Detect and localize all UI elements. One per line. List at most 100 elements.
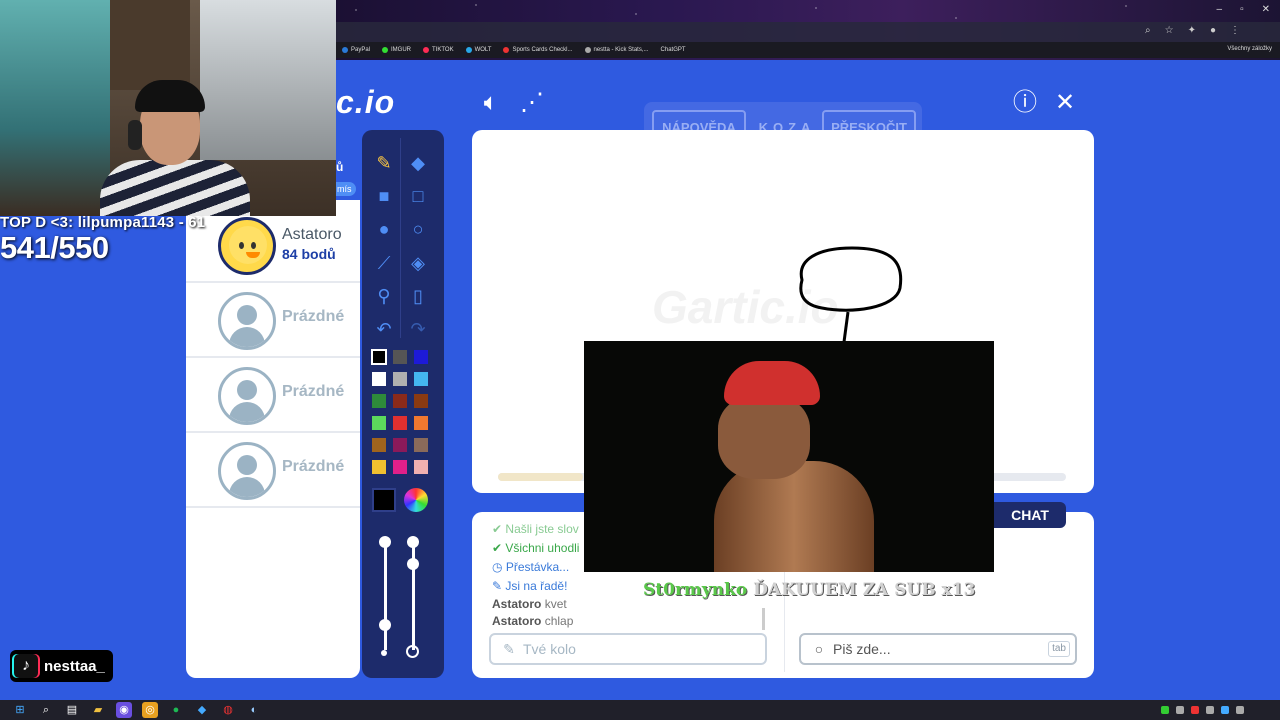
circle-icon[interactable]: ○ xyxy=(402,214,434,244)
discord-icon[interactable]: ◉ xyxy=(116,702,132,718)
bookmark-paypal[interactable]: PayPal xyxy=(342,47,370,53)
clock-icon: ◷ xyxy=(492,560,503,574)
color-swatch[interactable] xyxy=(392,415,408,431)
player-name: Astatoro xyxy=(282,226,342,243)
streamer xyxy=(95,80,250,216)
color-swatch[interactable] xyxy=(413,437,429,453)
all-bookmarks[interactable]: Všechny záložky xyxy=(1227,46,1272,52)
pencil-icon: ✎ xyxy=(503,641,515,657)
tray-icon[interactable] xyxy=(1161,706,1169,714)
pencil-icon[interactable]: ✎ xyxy=(368,148,400,178)
bookmark-kick-stats[interactable]: nestta - Kick Stats,... xyxy=(584,47,649,53)
eyedropper-icon[interactable]: ⚲ xyxy=(368,281,400,311)
player-row[interactable]: Astatoro 84 bodů xyxy=(186,208,360,283)
star-icon[interactable]: ☆ xyxy=(1165,25,1174,36)
close-game-icon[interactable]: ✕ xyxy=(1050,88,1080,118)
redo-icon[interactable]: ↷ xyxy=(402,314,434,344)
bookmarks-bar: PayPal IMGUR TIKTOK WOLT Sports Cards Ch… xyxy=(336,42,1280,58)
color-swatch[interactable] xyxy=(371,437,387,453)
color-wheel-icon[interactable] xyxy=(404,488,428,512)
color-swatch[interactable] xyxy=(371,459,387,475)
opacity-slider-knob-2[interactable] xyxy=(407,558,419,570)
task-view-icon[interactable]: ▤ xyxy=(64,702,80,718)
color-swatch[interactable] xyxy=(371,415,387,431)
browser-chrome: – ▫ ✕ ⌕ ☆ ✦ ● ⋮ PayPal IMGUR TIKTOK WOLT… xyxy=(336,0,1280,60)
close-window-icon[interactable]: ✕ xyxy=(1262,4,1270,15)
color-swatch[interactable] xyxy=(392,393,408,409)
tray-icon[interactable] xyxy=(1191,706,1199,714)
eraser-icon[interactable]: ◆ xyxy=(402,148,434,178)
address-bar[interactable]: ⌕ ☆ ✦ ● ⋮ xyxy=(336,22,1280,42)
player-row-empty[interactable]: Prázdné xyxy=(186,433,360,508)
line-icon[interactable]: ⟋ xyxy=(368,248,400,278)
player-score: 84 bodů xyxy=(282,246,336,262)
system-message: ✎ Jsi na řadě! xyxy=(492,579,568,593)
rectangle-icon[interactable]: □ xyxy=(402,181,434,211)
color-swatch[interactable] xyxy=(371,393,387,409)
obs-icon[interactable]: ◍ xyxy=(220,702,236,718)
windows-start-icon[interactable]: ⊞ xyxy=(12,702,28,718)
bookmark-chatgpt[interactable]: ChatGPT xyxy=(661,47,686,53)
color-swatch[interactable] xyxy=(392,371,408,387)
bookmark-tiktok[interactable]: TIKTOK xyxy=(423,47,454,53)
player-name: Prázdné xyxy=(282,308,345,325)
maximize-icon[interactable]: ▫ xyxy=(1240,4,1244,15)
chat-tab[interactable]: CHAT xyxy=(994,502,1066,528)
answer-message: Astatoro kvet xyxy=(492,597,567,611)
steam-icon[interactable]: ◐ xyxy=(246,702,262,718)
size-slider-knob[interactable] xyxy=(379,536,391,548)
spotify-icon[interactable]: ● xyxy=(168,702,184,718)
bookmark-sports-cards[interactable]: Sports Cards Checkl... xyxy=(503,47,573,53)
search-icon[interactable]: ⌕ xyxy=(38,702,54,718)
size-slider-knob-low[interactable] xyxy=(379,619,391,631)
share-icon[interactable]: ⋰ xyxy=(517,88,547,118)
info-icon[interactable]: ⓘ xyxy=(1010,88,1040,118)
drawn-circle xyxy=(799,246,903,312)
color-swatch[interactable] xyxy=(392,349,408,365)
taskbar-icons: ⊞ ⌕ ▤ ▰ ◉ ◎ ● ◆ ◍ ◐ xyxy=(12,702,262,718)
profile-icon[interactable]: ● xyxy=(1210,25,1216,36)
gartic-logo[interactable]: c.io xyxy=(336,84,395,121)
bookmark-imgur[interactable]: IMGUR xyxy=(382,47,411,53)
color-swatch[interactable] xyxy=(413,415,429,431)
player-row-empty[interactable]: Prázdné xyxy=(186,358,360,433)
answer-input[interactable]: ✎ Tvé kolo xyxy=(489,633,767,665)
sound-icon[interactable]: 🔈︎ xyxy=(476,88,506,118)
bookmark-wolt[interactable]: WOLT xyxy=(465,47,491,53)
filled-circle-icon[interactable]: ● xyxy=(368,214,400,244)
extensions-icon[interactable]: ✦ xyxy=(1188,25,1196,36)
color-swatch[interactable] xyxy=(413,349,429,365)
file-explorer-icon[interactable]: ▰ xyxy=(90,702,106,718)
duck-avatar-icon xyxy=(229,226,267,264)
search-icon[interactable]: ⌕ xyxy=(1145,25,1151,36)
address-bar-icons: ⌕ ☆ ✦ ● ⋮ xyxy=(1145,25,1240,36)
app-icon[interactable]: ◆ xyxy=(194,702,210,718)
size-slider-track[interactable] xyxy=(384,542,387,650)
color-swatch[interactable] xyxy=(371,349,387,365)
color-swatch[interactable] xyxy=(413,371,429,387)
page-icon[interactable]: ▯ xyxy=(402,281,434,311)
player-row-empty[interactable]: Prázdné xyxy=(186,283,360,358)
menu-icon[interactable]: ⋮ xyxy=(1230,25,1240,36)
fill-bucket-icon[interactable]: ◈ xyxy=(402,248,434,278)
filled-rectangle-icon[interactable]: ■ xyxy=(368,181,400,211)
sub-alert-text: St0rmynko ĎAKUUEM ZA SUB x13 xyxy=(643,580,976,600)
color-swatch[interactable] xyxy=(413,459,429,475)
imgur-icon xyxy=(382,47,389,53)
undo-icon[interactable]: ↶ xyxy=(368,314,400,344)
color-swatch[interactable] xyxy=(371,371,387,387)
tray-icon[interactable] xyxy=(1176,706,1184,714)
opacity-slider-knob[interactable] xyxy=(407,536,419,548)
color-swatch[interactable] xyxy=(392,459,408,475)
chrome-icon[interactable]: ◎ xyxy=(142,702,158,718)
tray-icon[interactable] xyxy=(1206,706,1214,714)
minimize-icon[interactable]: – xyxy=(1217,4,1223,15)
system-tray xyxy=(1161,703,1244,714)
tray-icon[interactable] xyxy=(1221,706,1229,714)
tray-icon[interactable] xyxy=(1236,706,1244,714)
answers-scrollbar[interactable] xyxy=(762,608,765,630)
color-swatch[interactable] xyxy=(413,393,429,409)
color-swatch[interactable] xyxy=(392,437,408,453)
chat-input[interactable]: ○ Piš zde... tab xyxy=(799,633,1077,665)
current-color[interactable] xyxy=(372,488,396,512)
